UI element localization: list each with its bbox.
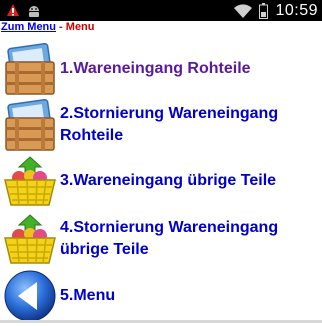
menu-item-label: 2.Stornierung Wareneingang Rohteile: [60, 105, 279, 144]
shopping-basket-icon: [4, 214, 56, 264]
status-clock: 10:59: [275, 1, 318, 19]
menu-item-menu[interactable]: 5.Menu: [0, 266, 322, 326]
menu-item-label: 1.Wareneingang Rohteile: [60, 60, 251, 77]
menu-item-wareneingang-rohteile[interactable]: 1.Wareneingang Rohteile: [0, 39, 322, 99]
wooden-crate-icon: [5, 98, 55, 151]
back-arrow-icon: [4, 270, 56, 322]
android-icon: [29, 5, 39, 17]
menu-item-wareneingang-uebrige-teile[interactable]: 3.Wareneingang übrige Teile: [0, 151, 322, 211]
wooden-crate-icon: [5, 42, 55, 95]
menu-item-label: 4.Stornierung Wareneingang übrige Teile: [60, 219, 279, 258]
breadcrumb-current: Menu: [65, 21, 95, 33]
shopping-basket-icon: [4, 156, 56, 206]
status-bar: 10:59: [0, 0, 322, 21]
breadcrumb-separator: -: [56, 21, 66, 33]
alert-icon: [7, 3, 19, 16]
breadcrumb: Zum Menu - Menu: [1, 21, 95, 35]
menu-item-label: 5.Menu: [60, 287, 116, 304]
menu-item-stornierung-wareneingang-rohteile[interactable]: 2.Stornierung Wareneingang Rohteile: [0, 95, 322, 155]
menu-item-stornierung-wareneingang-uebrige-teile[interactable]: 4.Stornierung Wareneingang übrige Teile: [0, 209, 322, 269]
battery-icon: [259, 2, 269, 19]
back-to-menu-link[interactable]: Zum Menu: [1, 21, 56, 33]
wifi-icon: [234, 3, 253, 18]
menu-item-label: 3.Wareneingang übrige Teile: [60, 172, 277, 189]
